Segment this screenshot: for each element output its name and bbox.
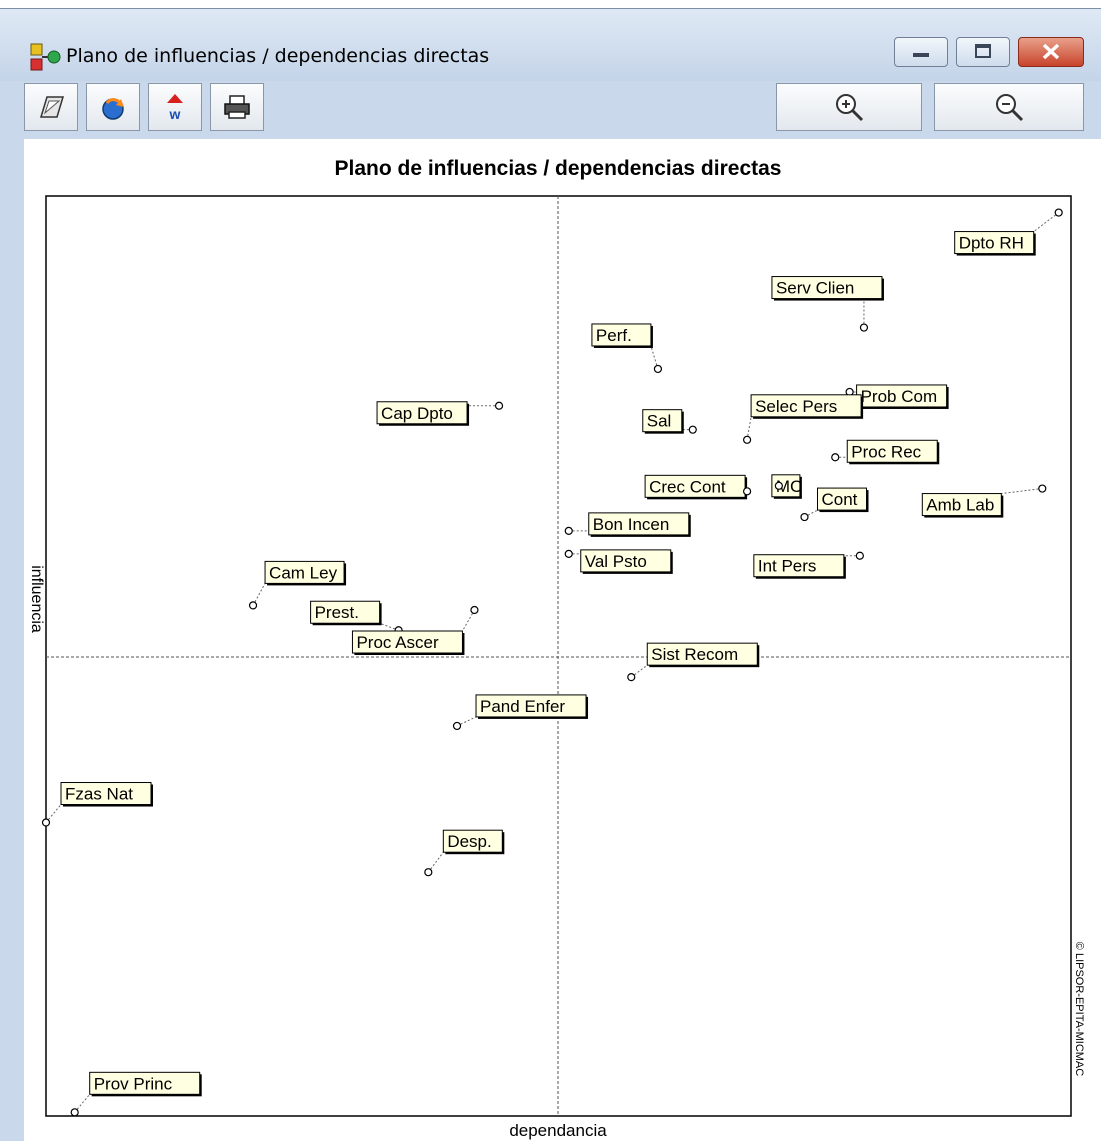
minimize-button[interactable] [894,37,948,67]
zoom-in-button[interactable] [776,83,922,131]
point-label: Bon Incen [593,515,670,534]
refresh-icon [102,98,124,120]
title-bar[interactable]: Plano de influencias / dependencias dire… [0,9,1101,81]
point-leader-line [1001,488,1043,495]
point-label: Cont [822,490,858,509]
point-label: Cam Ley [269,563,338,582]
point-label: Selec Pers [755,397,837,416]
data-point[interactable] [831,453,840,462]
word-export-icon: w [167,94,183,122]
data-point[interactable] [41,818,51,827]
point-label: Proc Rec [851,442,921,461]
point-label: Sal [647,412,672,431]
zoom-in-icon [836,94,864,122]
point-label: Perf. [596,326,632,345]
credit-text: © LIPSOR-EPITA-MICMAC [1073,942,1085,1076]
maximize-icon [975,44,991,58]
copy-button[interactable] [24,83,78,131]
data-point[interactable] [742,435,752,444]
close-icon [1042,43,1060,60]
point-label: Proc Ascer [356,633,439,652]
maximize-button[interactable] [956,37,1010,67]
data-point[interactable] [70,1108,79,1117]
point-label: Prest. [315,603,359,622]
data-point[interactable] [627,673,636,682]
point-label: Desp. [447,832,491,851]
window-title: Plano de influencias / dependencias dire… [66,45,490,67]
point-label: Fzas Nat [65,785,133,804]
print-button[interactable] [210,83,264,131]
data-point[interactable] [1054,208,1063,217]
data-point[interactable] [653,364,663,374]
data-point[interactable] [774,481,783,490]
chart-title: Plano de influencias / dependencias dire… [335,157,782,180]
point-label: Crec Cont [649,477,726,496]
chart-window: Plano de influencias / dependencias dire… [0,8,1101,1142]
point-label: Sist Recom [651,645,738,664]
data-point[interactable] [494,401,504,410]
point-label: Val Psto [585,552,647,571]
point-label: Int Pers [758,557,817,576]
points-layer: Dpto RH Perf. Serv Clien Prob Com Cap Dpto Se… [41,208,1063,1117]
point-label: Pand Enfer [480,697,565,716]
close-button[interactable] [1018,37,1084,67]
chart-area: Plano de influencias / dependencias dire… [24,139,1101,1142]
data-point[interactable] [742,487,752,496]
point-label: Serv Clien [776,279,854,298]
point-label: Prov Princ [94,1074,173,1093]
data-point[interactable] [564,549,573,558]
data-point[interactable] [564,526,573,535]
svg-text:w: w [169,106,181,122]
toolbar: w [24,83,1084,135]
data-point[interactable] [688,425,697,434]
printer-icon [224,95,250,119]
point-label: Amb Lab [926,496,994,515]
point-label: Dpto RH [959,234,1024,253]
copy-icon [39,96,65,118]
zoom-out-icon [996,94,1024,122]
data-point[interactable] [800,512,809,522]
data-point[interactable] [859,323,869,332]
point-label: Cap Dpto [381,404,453,423]
point-label: Prob Com [861,387,938,406]
y-axis-label: influencia [28,565,45,633]
data-point[interactable] [452,721,462,731]
point-leader-line [1033,212,1060,232]
data-point[interactable] [855,551,864,560]
app-icon [30,43,61,71]
minimize-icon [913,53,929,57]
data-point[interactable] [248,601,258,610]
word-export-button[interactable]: w [148,83,202,131]
refresh-button[interactable] [86,83,140,131]
data-point[interactable] [470,605,479,615]
x-axis-label: dependancia [509,1121,607,1140]
data-point[interactable] [1038,484,1047,493]
scatter-chart: Plano de influencias / dependencias dire… [28,157,1085,1140]
data-point[interactable] [424,868,433,877]
zoom-out-button[interactable] [934,83,1084,131]
